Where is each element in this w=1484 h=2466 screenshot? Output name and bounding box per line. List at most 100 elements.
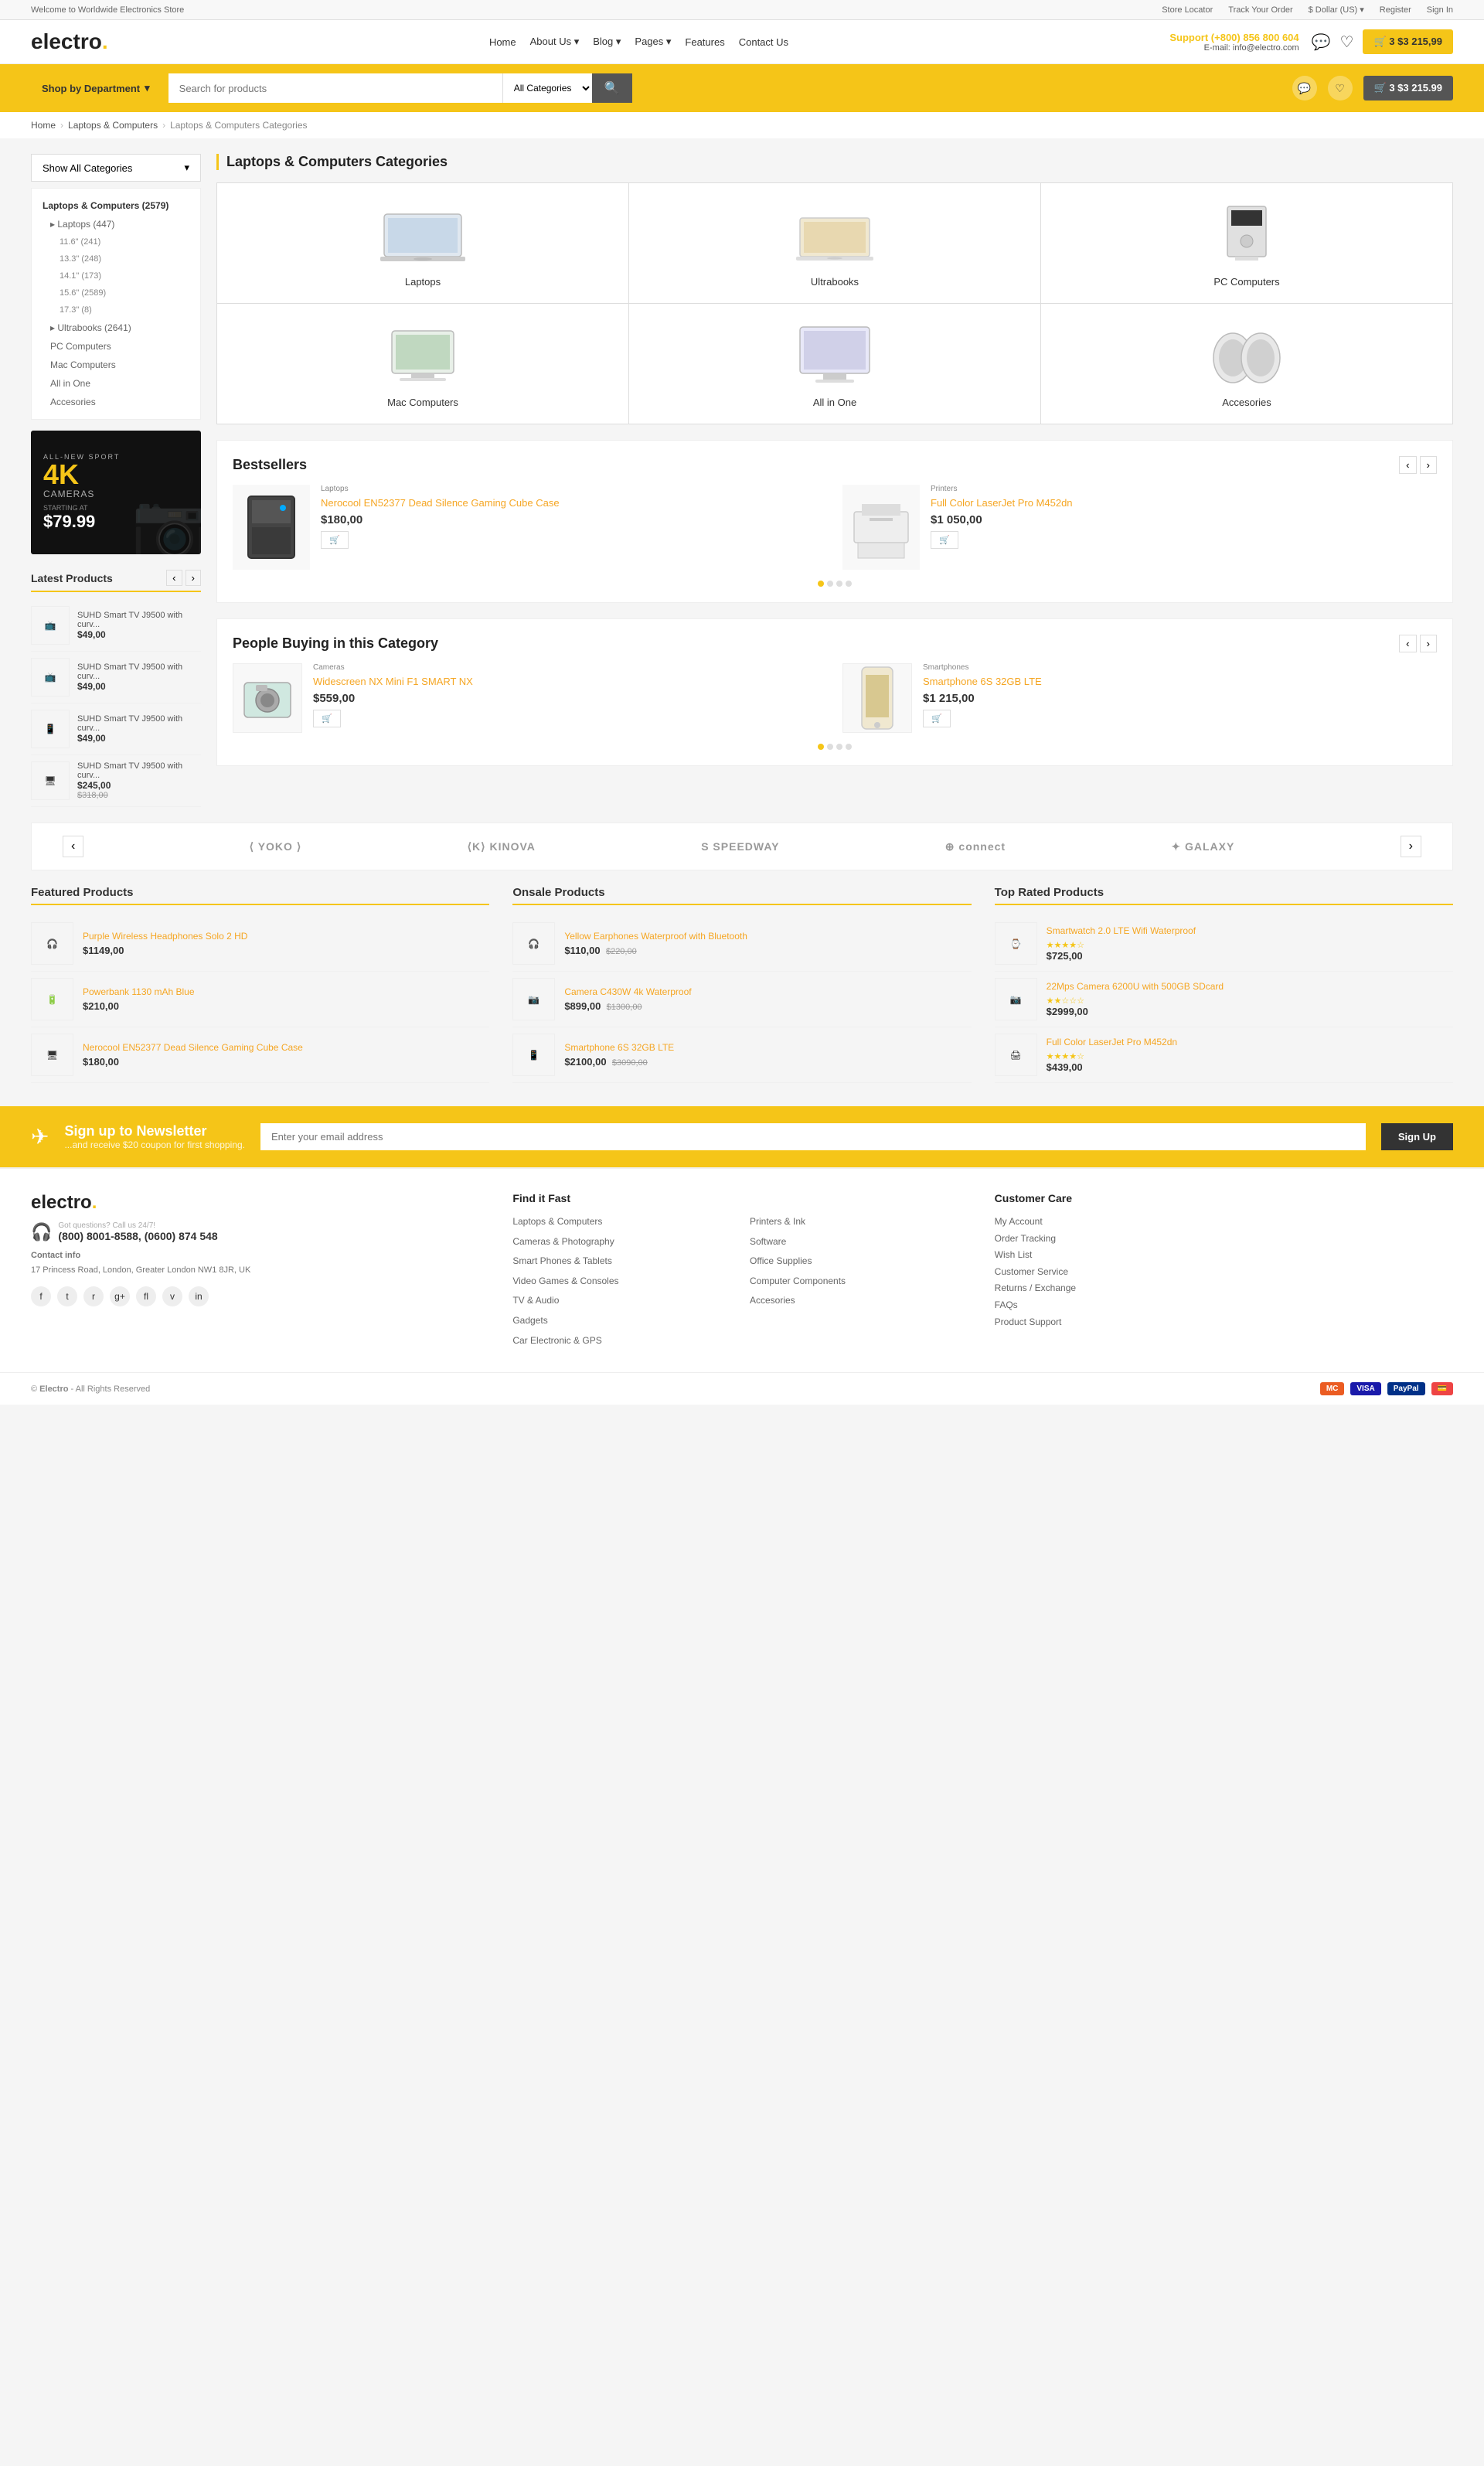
people-buying-prev-button[interactable]: ‹ <box>1399 635 1416 652</box>
sidebar-cat-laptops[interactable]: ▸ Laptops (447) <box>32 215 200 233</box>
bestsellers-next-button[interactable]: › <box>1420 456 1437 474</box>
footer-link-laptops[interactable]: Laptops & Computers <box>512 1214 734 1231</box>
footer-link-customer-service[interactable]: Customer Service <box>995 1264 1453 1281</box>
brand-speedway[interactable]: S SPEEDWAY <box>701 840 779 853</box>
pb-dot-3[interactable] <box>836 744 842 750</box>
latest-name-2[interactable]: SUHD Smart TV J9500 with curv... <box>77 662 201 681</box>
onsale-name-1[interactable]: Yellow Earphones Waterproof with Bluetoo… <box>564 931 747 943</box>
dot-4[interactable] <box>846 581 852 587</box>
footer-link-video-games[interactable]: Video Games & Consoles <box>512 1273 734 1290</box>
latest-next-button[interactable]: › <box>186 570 201 586</box>
footer-link-returns[interactable]: Returns / Exchange <box>995 1280 1453 1297</box>
brand-galaxy[interactable]: ✦ GALAXY <box>1171 840 1234 853</box>
brand-yoko[interactable]: ⟨ YOKO ⟩ <box>250 840 302 853</box>
sidebar-cat-pc[interactable]: PC Computers <box>32 337 200 356</box>
footer-link-computer-components[interactable]: Computer Components <box>750 1273 972 1290</box>
cart-button[interactable]: 🛒 3 $3 215,99 <box>1363 29 1453 54</box>
nav-about[interactable]: About Us ▾ <box>530 36 580 48</box>
toprated-name-1[interactable]: Smartwatch 2.0 LTE Wifi Waterproof <box>1047 925 1196 938</box>
show-all-categories-button[interactable]: Show All Categories ▾ <box>31 154 201 182</box>
sidebar-cat-14[interactable]: 14.1" (173) <box>32 267 200 284</box>
footer-phone[interactable]: (800) 8001-8588, (0600) 874 548 <box>58 1230 217 1242</box>
register-link[interactable]: Register <box>1380 5 1411 15</box>
nav-contact[interactable]: Contact Us <box>739 36 788 48</box>
heart-icon[interactable]: ♡ <box>1328 76 1353 100</box>
sidebar-cat-accesories[interactable]: Accesories <box>32 393 200 411</box>
nav-blog[interactable]: Blog ▾ <box>593 36 621 48</box>
footer-link-printers-ink[interactable]: Printers & Ink <box>750 1214 972 1231</box>
category-pc-computers[interactable]: PC Computers <box>1041 183 1452 303</box>
newsletter-signup-button[interactable]: Sign Up <box>1381 1123 1453 1150</box>
sidebar-cat-mac[interactable]: Mac Computers <box>32 356 200 374</box>
pb-add-cart-1[interactable]: 🛒 <box>313 710 341 727</box>
featured-name-2[interactable]: Powerbank 1130 mAh Blue <box>83 986 195 999</box>
wishlist-icon[interactable]: ♡ <box>1340 32 1354 52</box>
sidebar-cat-11[interactable]: 11.6" (241) <box>32 233 200 250</box>
sidebar-cat-17[interactable]: 17.3" (8) <box>32 301 200 318</box>
footer-link-faqs[interactable]: FAQs <box>995 1297 1453 1314</box>
brands-next-button[interactable]: › <box>1401 836 1421 857</box>
sidebar-cat-allinone[interactable]: All in One <box>32 374 200 393</box>
bestseller-name-1[interactable]: Nerocool EN52377 Dead Silence Gaming Cub… <box>321 496 560 510</box>
brands-prev-button[interactable]: ‹ <box>63 836 83 857</box>
flickr-icon[interactable]: fl <box>136 1286 156 1306</box>
footer-link-product-support[interactable]: Product Support <box>995 1314 1453 1331</box>
sidebar-cat-ultrabooks[interactable]: ▸ Ultrabooks (2641) <box>32 318 200 337</box>
breadcrumb-home[interactable]: Home <box>31 120 56 131</box>
dot-3[interactable] <box>836 581 842 587</box>
dot-1[interactable] <box>818 581 824 587</box>
pb-name-2[interactable]: Smartphone 6S 32GB LTE <box>923 675 1042 689</box>
latest-prev-button[interactable]: ‹ <box>166 570 182 586</box>
footer-link-car-electronic[interactable]: Car Electronic & GPS <box>512 1333 734 1350</box>
pb-dot-2[interactable] <box>827 744 833 750</box>
footer-link-tv-audio[interactable]: TV & Audio <box>512 1293 734 1310</box>
toprated-name-3[interactable]: Full Color LaserJet Pro M452dn <box>1047 1037 1177 1049</box>
people-buying-next-button[interactable]: › <box>1420 635 1437 652</box>
category-ultrabooks[interactable]: Ultrabooks <box>629 183 1040 303</box>
currency-selector[interactable]: $ Dollar (US) ▾ <box>1309 5 1364 15</box>
footer-link-smartphones[interactable]: Smart Phones & Tablets <box>512 1253 734 1270</box>
sign-in-link[interactable]: Sign In <box>1427 5 1453 15</box>
logo[interactable]: electro. <box>31 29 108 54</box>
store-locator[interactable]: Store Locator <box>1162 5 1213 15</box>
sidebar-cat-15[interactable]: 15.6" (2589) <box>32 284 200 301</box>
vimeo-icon[interactable]: v <box>162 1286 182 1306</box>
chat-icon[interactable]: 💬 <box>1312 32 1331 52</box>
shop-by-department-button[interactable]: Shop by Department ▾ <box>31 76 161 100</box>
category-mac-computers[interactable]: Mac Computers <box>217 304 628 424</box>
newsletter-email-input[interactable] <box>260 1123 1366 1150</box>
cart-icon-button[interactable]: 🛒 3 $3 215.99 <box>1363 76 1453 100</box>
nav-home[interactable]: Home <box>489 36 516 48</box>
onsale-name-2[interactable]: Camera C430W 4k Waterproof <box>564 986 691 999</box>
onsale-name-3[interactable]: Smartphone 6S 32GB LTE <box>564 1042 674 1054</box>
dot-2[interactable] <box>827 581 833 587</box>
footer-link-cameras[interactable]: Cameras & Photography <box>512 1234 734 1251</box>
breadcrumb-parent[interactable]: Laptops & Computers <box>68 120 158 131</box>
category-all-in-one[interactable]: All in One <box>629 304 1040 424</box>
toprated-name-2[interactable]: 22Mps Camera 6200U with 500GB SDcard <box>1047 981 1224 993</box>
footer-link-order-tracking[interactable]: Order Tracking <box>995 1231 1453 1248</box>
footer-link-software[interactable]: Software <box>750 1234 972 1251</box>
pb-add-cart-2[interactable]: 🛒 <box>923 710 951 727</box>
pb-dot-4[interactable] <box>846 744 852 750</box>
category-accesories[interactable]: Accesories <box>1041 304 1452 424</box>
category-dropdown[interactable]: All Categories Laptops Computers Cameras… <box>502 73 592 103</box>
facebook-icon[interactable]: f <box>31 1286 51 1306</box>
rss-icon[interactable]: r <box>83 1286 104 1306</box>
nav-pages[interactable]: Pages ▾ <box>635 36 671 48</box>
search-button[interactable]: 🔍 <box>592 73 632 103</box>
footer-link-office-supplies[interactable]: Office Supplies <box>750 1253 972 1270</box>
search-input[interactable] <box>168 73 502 103</box>
sidebar-cat-laptops-computers[interactable]: Laptops & Computers (2579) <box>32 196 200 215</box>
pb-name-1[interactable]: Widescreen NX Mini F1 SMART NX <box>313 675 473 689</box>
sidebar-cat-13[interactable]: 13.3" (248) <box>32 250 200 267</box>
brand-kinova[interactable]: ⟨K⟩ KINOVA <box>468 840 536 853</box>
message-icon[interactable]: 💬 <box>1292 76 1317 100</box>
bestsellers-prev-button[interactable]: ‹ <box>1399 456 1416 474</box>
category-laptops[interactable]: Laptops <box>217 183 628 303</box>
twitter-icon[interactable]: t <box>57 1286 77 1306</box>
linkedin-icon[interactable]: in <box>189 1286 209 1306</box>
footer-link-wish-list[interactable]: Wish List <box>995 1247 1453 1264</box>
googleplus-icon[interactable]: g+ <box>110 1286 130 1306</box>
bestseller-add-cart-1[interactable]: 🛒 <box>321 531 349 549</box>
